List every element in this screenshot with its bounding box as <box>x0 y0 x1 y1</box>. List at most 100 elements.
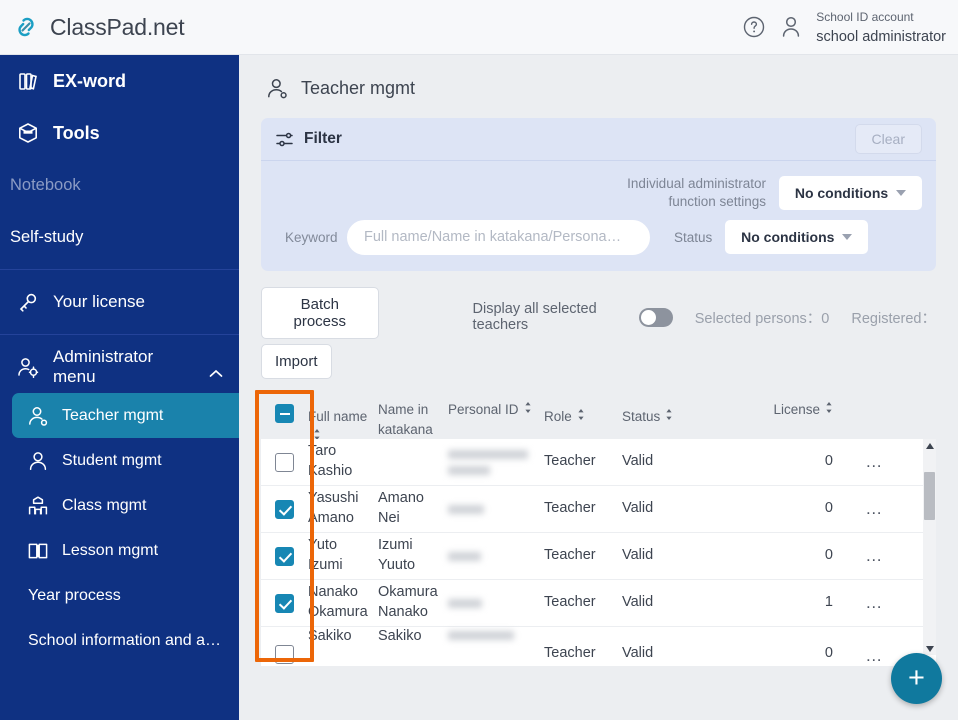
cell-license: 0 <box>824 453 833 470</box>
top-bar: ClassPad.net School ID account school ad… <box>0 0 958 55</box>
cell-role: Teacher <box>544 453 596 470</box>
column-label: Name in katakana <box>378 402 433 437</box>
sort-icon <box>665 407 673 420</box>
table-row[interactable]: Sakiko Sakiko Teacher Valid 0 … <box>261 627 936 667</box>
row-more-button[interactable]: … <box>865 593 885 612</box>
table-body: Taro Kashio Teacher Valid 0 … Yasushi Am… <box>261 439 936 667</box>
sidebar-item-class-mgmt[interactable]: Class mgmt <box>0 483 239 528</box>
cell-status: Valid <box>622 500 654 517</box>
app-root: ClassPad.net School ID account school ad… <box>0 0 958 720</box>
table-row[interactable]: Taro Kashio Teacher Valid 0 … <box>261 439 936 486</box>
table-row[interactable]: Yasushi Amano Amano Nei Teacher Valid 0 … <box>261 486 936 533</box>
sidebar-item-exword[interactable]: EX-word <box>0 55 239 107</box>
admin-function-label-line1: Individual administrator <box>627 175 766 191</box>
clear-filter-button[interactable]: Clear <box>854 124 922 154</box>
column-label: Role <box>544 409 572 424</box>
redacted-value <box>448 465 490 475</box>
triangle-up-icon <box>925 442 934 449</box>
cell-personal-id <box>448 449 544 475</box>
cell-personal-id <box>448 598 544 608</box>
column-header-full-name[interactable]: Full name <box>308 393 378 440</box>
column-header-role[interactable]: Role <box>544 393 622 427</box>
cell-status: Valid <box>622 547 654 564</box>
table-row[interactable]: Yuto Izumi Izumi Yuuto Teacher Valid 0 … <box>261 533 936 580</box>
row-actions-cell: … <box>847 499 903 519</box>
status-select[interactable]: No conditions <box>725 220 869 254</box>
sidebar-item-your-license[interactable]: Your license <box>0 276 239 328</box>
add-teacher-fab[interactable]: + <box>891 653 942 704</box>
row-more-button[interactable]: … <box>865 546 885 565</box>
sidebar-item-notebook[interactable]: Notebook <box>0 159 239 211</box>
plus-icon: + <box>908 662 925 694</box>
redacted-value <box>448 598 482 608</box>
scrollbar-thumb[interactable] <box>924 472 935 520</box>
filter-title: Filter <box>304 130 342 147</box>
row-more-button[interactable]: … <box>865 499 885 518</box>
sidebar-item-administrator-menu[interactable]: Administrator menu <box>0 341 239 393</box>
sidebar-item-lesson-mgmt[interactable]: Lesson mgmt <box>0 528 239 573</box>
registered-count: Registered： <box>851 310 936 327</box>
toolbar-right: Display all selected teachers Selected p… <box>473 301 936 333</box>
brand-logo[interactable]: ClassPad.net <box>0 12 185 42</box>
row-checkbox[interactable] <box>275 593 294 613</box>
sidebar-item-year-process[interactable]: Year process <box>0 573 239 618</box>
account-name: school administrator <box>816 29 946 45</box>
toggle-knob <box>640 309 656 325</box>
filter-row-keyword-status: Keyword Status No conditions <box>275 215 922 259</box>
batch-process-button[interactable]: Batch process <box>261 287 379 339</box>
import-button[interactable]: Import <box>261 344 332 379</box>
sidebar-item-label: Year process <box>28 586 121 604</box>
topbar-right: School ID account school administrator <box>742 7 958 47</box>
sidebar-item-school-information[interactable]: School information and a… <box>0 618 239 663</box>
select-all-checkbox[interactable] <box>275 404 294 423</box>
cell-name-katakana: Sakiko <box>378 628 422 644</box>
account-info[interactable]: School ID account school administrator <box>816 7 946 47</box>
column-label: Status <box>622 409 661 424</box>
sidebar-item-label: School information and a… <box>28 631 221 649</box>
filter-header: Filter Clear <box>261 118 936 161</box>
chevron-up-icon <box>209 363 223 377</box>
teacher-icon <box>26 404 50 428</box>
row-more-button[interactable]: … <box>865 646 885 665</box>
triangle-down-icon <box>925 645 934 652</box>
row-actions-cell: … <box>847 593 903 613</box>
sidebar-item-teacher-mgmt[interactable]: Teacher mgmt <box>12 393 239 438</box>
person-icon[interactable] <box>779 14 803 40</box>
row-checkbox[interactable] <box>275 645 294 664</box>
row-select-cell <box>261 593 308 613</box>
status-label: Status <box>674 229 713 245</box>
filter-body: Individual administrator function settin… <box>261 161 936 271</box>
key-icon <box>16 290 40 314</box>
column-header-license[interactable]: License <box>712 393 847 420</box>
scroll-up-button[interactable] <box>923 439 936 452</box>
toolbox-icon <box>16 121 40 145</box>
brand-name: ClassPad.net <box>50 13 185 40</box>
column-header-status[interactable]: Status <box>622 393 712 427</box>
table-scrollbar[interactable] <box>923 439 936 655</box>
scroll-down-button[interactable] <box>923 642 936 655</box>
help-circle-icon[interactable] <box>742 15 766 39</box>
sort-icon <box>524 400 532 413</box>
display-all-toggle[interactable] <box>638 307 673 327</box>
sidebar-divider <box>0 334 239 335</box>
cell-full-name: Yasushi Amano <box>308 490 359 526</box>
table-row[interactable]: Nanako Okamura Okamura Nanako Teacher Va… <box>261 580 936 627</box>
sidebar-item-label: EX-word <box>53 70 127 91</box>
filter-row-admin-function: Individual administrator function settin… <box>275 171 922 215</box>
row-more-button[interactable]: … <box>865 452 885 471</box>
action-button-group: Batch process Import <box>261 287 379 379</box>
row-checkbox[interactable] <box>275 499 294 519</box>
keyword-input[interactable] <box>347 219 650 255</box>
sidebar-item-student-mgmt[interactable]: Student mgmt <box>0 438 239 483</box>
sort-icon <box>825 400 833 413</box>
cell-status: Valid <box>622 645 654 662</box>
sidebar-item-self-study[interactable]: Self-study <box>0 211 239 263</box>
row-checkbox[interactable] <box>275 452 294 472</box>
admin-function-select[interactable]: No conditions <box>779 176 922 210</box>
column-header-personal-id[interactable]: Personal ID <box>448 393 544 420</box>
row-checkbox[interactable] <box>275 546 294 566</box>
cell-name-katakana: Amano Nei <box>378 490 424 526</box>
chain-link-logo-icon <box>11 12 41 42</box>
sidebar-item-tools[interactable]: Tools <box>0 107 239 159</box>
cell-personal-id <box>448 504 544 514</box>
